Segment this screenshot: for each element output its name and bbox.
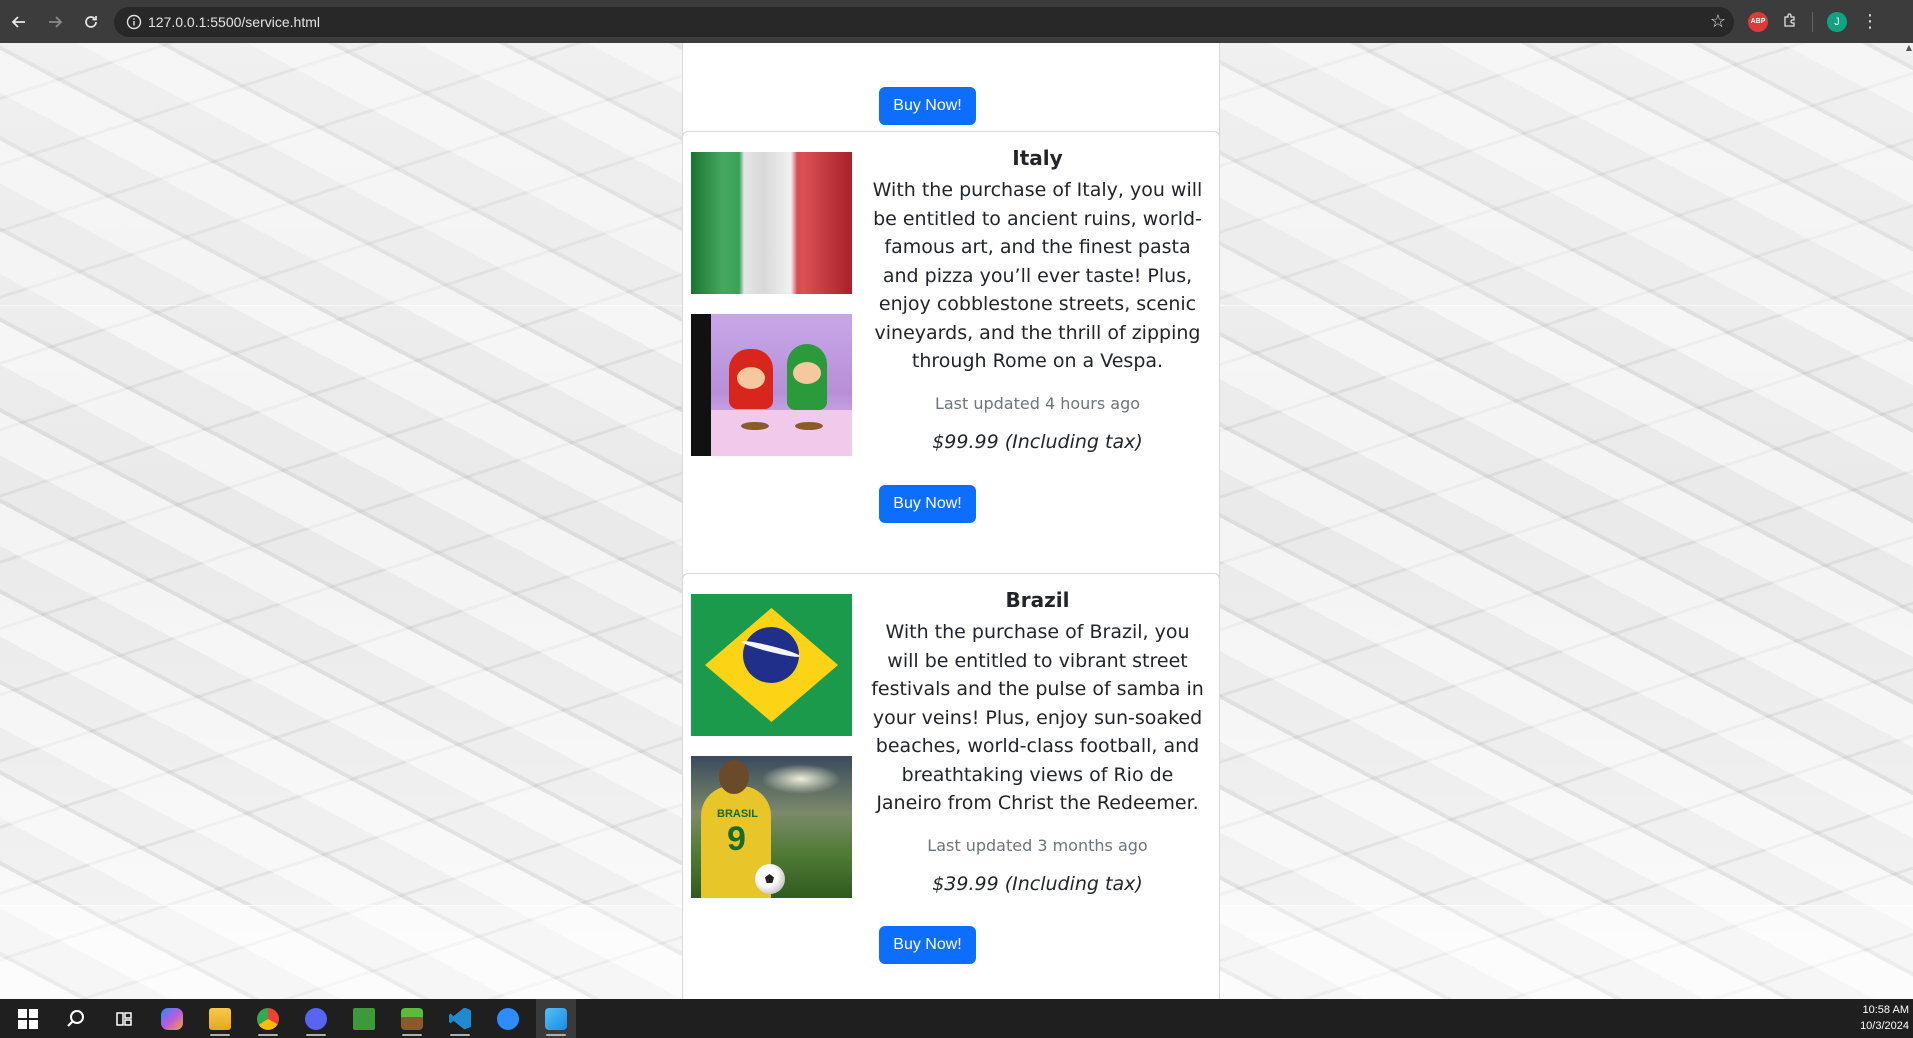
running-indicator	[306, 1034, 326, 1036]
football-icon	[755, 864, 785, 894]
last-updated-text: Last updated 3 months ago	[927, 835, 1148, 855]
product-description: With the purchase of Italy, you will be …	[872, 179, 1203, 372]
search-button[interactable]	[56, 999, 96, 1038]
buy-now-button[interactable]: Buy Now!	[879, 87, 976, 125]
discord-app-button[interactable]	[296, 999, 336, 1038]
football-player-image: BRASIL 9	[691, 756, 852, 898]
back-button[interactable]	[2, 5, 36, 39]
url-text[interactable]: 127.0.0.1:5500/service.html	[148, 14, 1702, 30]
reload-icon	[85, 15, 97, 28]
running-indicator	[402, 1034, 422, 1036]
vscode-icon	[449, 1007, 471, 1030]
product-description: With the purchase of Brazil, you will be…	[871, 621, 1204, 814]
windows-logo-icon	[18, 1008, 38, 1029]
minecraft-creeper-icon	[353, 1007, 375, 1030]
folder-icon	[209, 1007, 231, 1030]
chrome-app-button[interactable]	[248, 999, 288, 1038]
copilot-icon	[161, 1007, 183, 1030]
jersey-number: 9	[727, 820, 746, 858]
grass-block-icon	[401, 1007, 423, 1030]
start-button[interactable]	[8, 999, 48, 1038]
reload-button[interactable]	[74, 5, 108, 39]
buy-now-button[interactable]: Buy Now!	[879, 485, 976, 523]
clock-date: 10/3/2024	[1860, 1020, 1909, 1032]
product-price: $99.99 (Including tax)	[932, 430, 1143, 453]
extensions-puzzle-icon[interactable]	[1782, 12, 1798, 32]
running-indicator	[450, 1034, 470, 1036]
arrow-right-icon	[49, 15, 63, 28]
task-view-icon	[116, 1011, 132, 1026]
task-view-button[interactable]	[104, 999, 144, 1038]
product-card-brazil: BRASIL 9 Brazil With the purchase of Bra…	[682, 573, 1220, 999]
product-title: Brazil	[1005, 588, 1070, 612]
jersey-text: BRASIL	[717, 808, 758, 820]
profile-avatar[interactable]: J	[1827, 11, 1847, 32]
minecraft-launcher-button[interactable]	[392, 999, 432, 1038]
last-updated-text: Last updated 4 hours ago	[934, 393, 1141, 413]
product-price: $39.99 (Including tax)	[932, 872, 1143, 895]
discord-icon	[305, 1007, 327, 1030]
running-indicator	[546, 1034, 566, 1036]
search-icon	[67, 1009, 84, 1027]
running-indicator	[258, 1034, 278, 1036]
brazil-flag-image	[691, 594, 852, 736]
product-card-italy: Italy With the purchase of Italy, you wi…	[682, 131, 1220, 584]
scroll-up-arrow-icon[interactable]: ▲	[1905, 43, 1913, 55]
chrome-icon	[257, 1007, 279, 1030]
address-bar[interactable]: 127.0.0.1:5500/service.html ☆	[114, 6, 1734, 37]
vscode-app-button[interactable]	[440, 999, 480, 1038]
browser-toolbar: 127.0.0.1:5500/service.html ☆ ABP J ⋮	[0, 0, 1913, 43]
paint-icon	[545, 1007, 567, 1030]
taskbar: 10:58 AM 10/3/2024	[0, 999, 1913, 1038]
buy-now-button[interactable]: Buy Now!	[879, 926, 976, 964]
site-info-icon[interactable]	[120, 7, 148, 37]
page-viewport: Buy Now! Italy With the purchase of Ital…	[0, 43, 1913, 999]
zoom-app-button[interactable]	[488, 999, 528, 1038]
running-indicator	[210, 1034, 230, 1036]
product-card: Buy Now!	[682, 43, 1220, 141]
kebab-menu-icon[interactable]: ⋮	[1861, 11, 1879, 32]
mario-luigi-cartoon-image	[691, 314, 852, 456]
minecraft-app-button[interactable]	[344, 999, 384, 1038]
system-clock[interactable]: 10:58 AM 10/3/2024	[1860, 1002, 1909, 1034]
adblock-extension-icon[interactable]: ABP	[1748, 11, 1768, 32]
arrow-left-icon	[11, 15, 25, 28]
file-explorer-button[interactable]	[200, 999, 240, 1038]
zoom-icon	[497, 1007, 519, 1030]
clock-time: 10:58 AM	[1862, 1004, 1909, 1016]
paint-app-button[interactable]	[536, 999, 576, 1038]
copilot-app-button[interactable]	[152, 999, 192, 1038]
forward-button[interactable]	[38, 5, 72, 39]
italy-flag-image	[691, 152, 852, 294]
page-scrollbar[interactable]: ▲	[1905, 43, 1913, 999]
toolbar-divider	[1812, 11, 1813, 32]
product-title: Italy	[1012, 146, 1063, 170]
star-icon[interactable]: ☆	[1702, 11, 1734, 32]
